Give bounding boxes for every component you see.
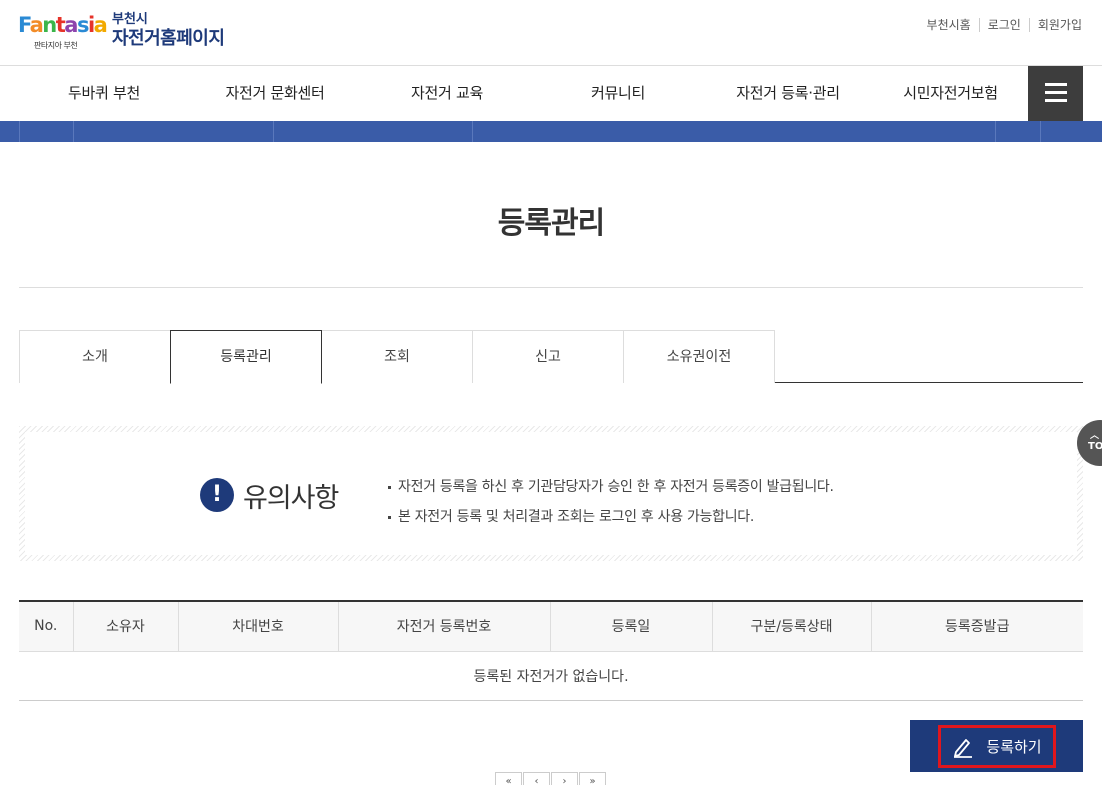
col-no: No. [19,601,73,652]
location-divider [73,121,74,142]
nav-item-insurance[interactable]: 시민자전거보험 [873,66,1028,121]
last-page-button[interactable]: » [579,772,606,785]
notice-list: 자전거 등록을 하신 후 기관담당자가 승인 한 후 자전거 등록증이 발급됩니… [388,472,834,532]
col-status: 구분/등록상태 [711,601,871,652]
prev-page-button[interactable]: ‹ [523,772,550,785]
site-city: 부천시 [112,12,148,27]
fantasia-wordmark: Fantasia [18,13,108,37]
table-row: 등록된 자전거가 없습니다. [19,651,1083,701]
col-certificate: 등록증발급 [870,601,1083,652]
nav-item-registration[interactable]: 자전거 등록·관리 [703,66,873,121]
tab-intro[interactable]: 소개 [19,330,171,383]
tab-registration-management[interactable]: 등록관리 [170,330,322,384]
notice-heading: 유의사항 [243,483,339,514]
sub-tabs: 소개 등록관리 조회 신고 소유권이전 [19,330,1083,384]
main-nav: 두바퀴 부천 자전거 문화센터 자전거 교육 커뮤니티 자전거 등록·관리 시민… [0,66,1102,121]
location-divider [1040,121,1041,142]
util-link-signup[interactable]: 회원가입 [1028,18,1082,32]
nav-item-culture-center[interactable]: 자전거 문화센터 [189,66,361,121]
tab-lookup[interactable]: 조회 [321,330,473,383]
scroll-top-label: TO [1088,441,1102,452]
next-page-button[interactable]: › [551,772,578,785]
site-logo[interactable]: Fantasia 판타지아 부천 부천시 자전거홈페이지 [18,12,225,52]
empty-message: 등록된 자전거가 없습니다. [19,651,1083,701]
nav-item-community[interactable]: 커뮤니티 [533,66,703,121]
fantasia-logo: Fantasia 판타지아 부천 [18,12,108,52]
bike-list-table: No. 소유자 차대번호 자전거 등록번호 등록일 구분/등록상태 등록증발급 … [19,600,1083,701]
tab-report[interactable]: 신고 [472,330,624,383]
utility-nav: 부천시홈 로그인 회원가입 [919,18,1082,32]
tab-ownership-transfer[interactable]: 소유권이전 [623,330,775,383]
register-button-label: 등록하기 [986,738,1042,756]
location-divider [19,121,20,142]
logo-subtitle: 판타지아 부천 [34,41,78,50]
location-divider [995,121,996,142]
chevron-up-icon: ︿ [1090,431,1100,441]
notice-content: ! 유의사항 자전거 등록을 하신 후 기관담당자가 승인 한 후 자전거 등록… [25,432,1077,555]
hamburger-icon[interactable] [1028,66,1083,121]
site-header: Fantasia 판타지아 부천 부천시 자전거홈페이지 부천시홈 로그인 회원… [0,0,1102,66]
hamburger-bar [1045,83,1067,86]
register-button[interactable]: 등록하기 [910,720,1083,772]
notice-item: 자전거 등록을 하신 후 기관담당자가 승인 한 후 자전거 등록증이 발급됩니… [388,472,834,502]
nav-item-education[interactable]: 자전거 교육 [361,66,533,121]
title-divider [19,287,1083,288]
nav-item-dubakwi-bucheon[interactable]: 두바퀴 부천 [19,66,189,121]
location-divider [472,121,473,142]
location-bar [0,121,1102,142]
hamburger-bar [1045,99,1067,102]
site-name: 자전거홈페이지 [112,28,225,49]
hamburger-bar [1045,91,1067,94]
site-title: 부천시 자전거홈페이지 [112,12,225,50]
util-link-login[interactable]: 로그인 [978,18,1029,32]
col-owner: 소유자 [72,601,178,652]
page-title: 등록관리 [497,206,605,241]
notice-item: 본 자전거 등록 및 처리결과 조회는 로그인 후 사용 가능합니다. [388,502,834,532]
location-divider [273,121,274,142]
util-link-bucheon-home[interactable]: 부천시홈 [919,18,979,32]
register-button-focus[interactable]: 등록하기 [938,725,1056,768]
col-registration-date: 등록일 [549,601,712,652]
exclamation-icon: ! [200,478,234,512]
col-registration-number: 자전거 등록번호 [337,601,550,652]
pencil-icon [954,738,973,758]
col-frame-number: 차대번호 [177,601,338,652]
pagination: « ‹ › » [495,772,607,785]
table-header-row: No. 소유자 차대번호 자전거 등록번호 등록일 구분/등록상태 등록증발급 [19,601,1083,652]
first-page-button[interactable]: « [495,772,522,785]
notice-box: ! 유의사항 자전거 등록을 하신 후 기관담당자가 승인 한 후 자전거 등록… [19,426,1083,561]
